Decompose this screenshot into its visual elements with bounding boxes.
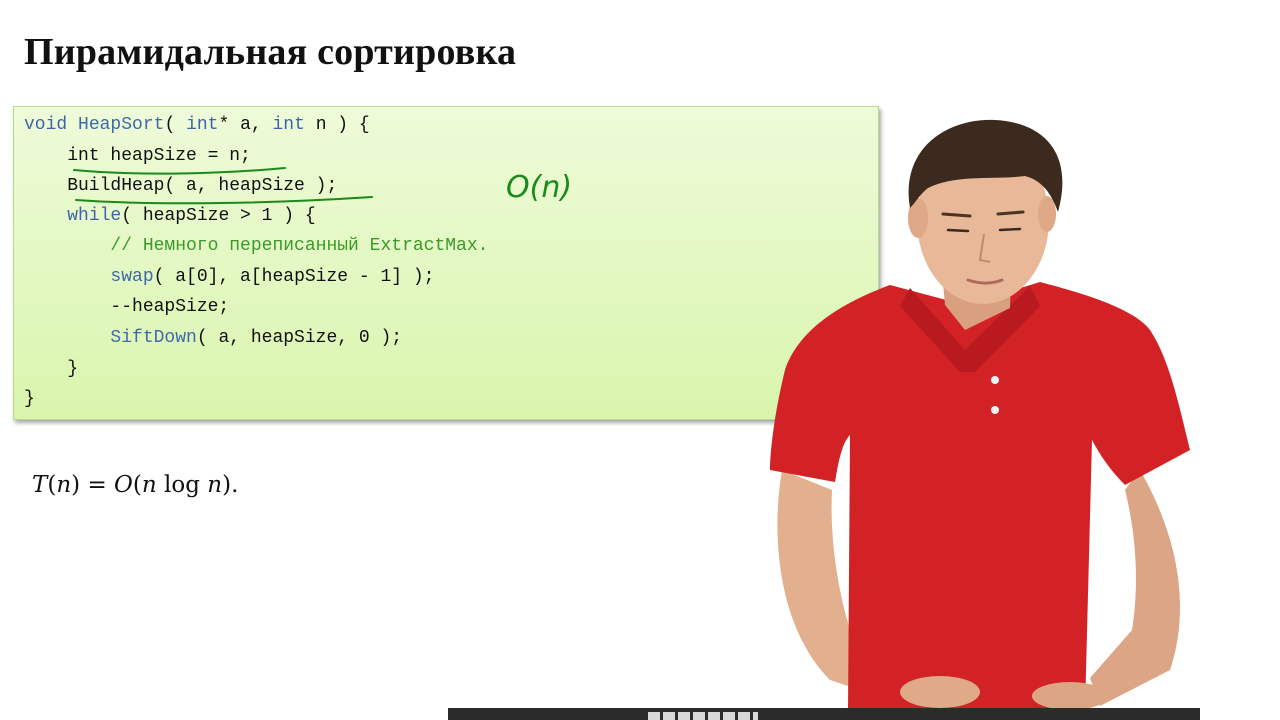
ink-underline-buildheap xyxy=(75,196,373,205)
presenter-eye xyxy=(998,227,1022,232)
formula-log: log xyxy=(156,472,208,498)
presenter-hand xyxy=(1032,682,1108,710)
formula-t: T xyxy=(32,472,48,498)
formula-n: n xyxy=(207,472,223,498)
complexity-formula: T(n) = O(n log n). xyxy=(32,472,239,498)
formula-eq: ) = xyxy=(71,472,115,498)
shirt-button xyxy=(991,376,999,384)
presenter-eyebrow xyxy=(996,210,1025,216)
presenter-ear xyxy=(1038,196,1056,232)
presenter-eye xyxy=(946,228,970,233)
presenter-right-arm xyxy=(1090,470,1180,706)
presenter-figure xyxy=(770,119,1190,710)
formula-o: O xyxy=(114,472,133,498)
ink-underline-int-heapsize xyxy=(73,167,286,175)
formula-n: n xyxy=(56,472,72,498)
formula-n: n xyxy=(141,472,157,498)
presenter-hand xyxy=(900,676,980,708)
shirt-button xyxy=(991,406,999,414)
ink-big-o-n: O(n) xyxy=(506,170,572,205)
keyboard xyxy=(448,708,1200,720)
presenter-eyebrow xyxy=(941,212,972,218)
keyboard-keys xyxy=(648,712,758,720)
formula-end: ). xyxy=(222,472,239,498)
